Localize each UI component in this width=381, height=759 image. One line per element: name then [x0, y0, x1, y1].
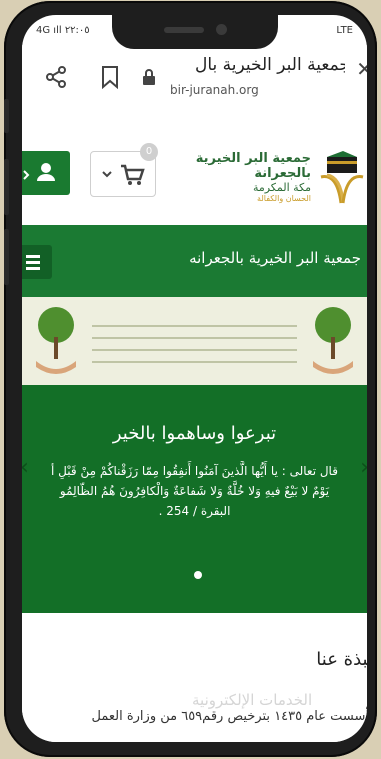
about-heading: نبذة عنا [316, 649, 367, 670]
nav-site-title[interactable]: جمعية البر الخيرية بالجعرانه [189, 249, 361, 267]
tree-in-hands-icon [313, 307, 353, 374]
phone-screen: 4G ıll ٢٢:٠٥ LTE جمعية البر الخيرية بال.… [22, 15, 367, 742]
slider-dot[interactable] [194, 571, 202, 579]
banner-text-line [92, 325, 297, 327]
user-icon [23, 163, 55, 181]
slide-text-line-2: يَوْمٌ لا بَيْعٌ فيهِ وَلا خُلَّةٌ وَلا … [59, 484, 330, 498]
share-icon[interactable] [44, 65, 68, 89]
mute-switch [4, 99, 9, 133]
hamburger-icon [26, 255, 40, 270]
logo-line-1: جمعية البر الخيرية بالجعرانة [195, 151, 311, 181]
about-ghost-text: الخدمات الإلكترونية [192, 691, 313, 709]
slide-text: قال تعالى : يا أَيُّها الَّذينَ آمَنُوا … [22, 461, 367, 521]
cart-count-badge: 0 [140, 143, 158, 161]
banner-text-line [92, 361, 297, 363]
banner-text-line [92, 349, 297, 351]
site-logo-text[interactable]: جمعية البر الخيرية بالجعرانة مكة المكرمة… [181, 151, 311, 203]
lock-icon [143, 69, 155, 85]
slide-text-line-3: البقرة / 254 . [158, 504, 231, 518]
slider-next-icon[interactable]: › [360, 455, 367, 480]
bookmark-icon[interactable] [100, 65, 120, 89]
close-icon[interactable]: ✕ [356, 57, 367, 81]
main-nav-bar: جمعية البر الخيرية بالجعرانه [22, 225, 367, 297]
browser-address-bar: جمعية البر الخيرية بال... bir-juranah.or… [22, 45, 367, 110]
phone-frame: 4G ıll ٢٢:٠٥ LTE جمعية البر الخيرية بال.… [4, 1, 377, 757]
logo-line-2: مكة المكرمة [252, 181, 311, 194]
menu-button[interactable] [22, 245, 52, 279]
page-title: جمعية البر الخيرية بال... [195, 55, 345, 75]
status-left: 4G ıll ٢٢:٠٥ [36, 25, 90, 36]
about-paragraph: تأسست عام ١٤٣٥ بترخيص رقم٦٥٩ من وزارة ال… [91, 709, 368, 724]
status-right: LTE [336, 25, 353, 36]
user-account-button[interactable] [22, 151, 70, 195]
camera [216, 24, 227, 35]
volume-down-button [4, 229, 9, 285]
kaaba-logo-icon[interactable] [313, 147, 367, 207]
slide-text-line-1: قال تعالى : يا أَيُّها الَّذينَ آمَنُوا … [51, 464, 338, 478]
banner-text-line [92, 337, 297, 339]
logo-line-3: الحسان والكفالة [257, 194, 311, 203]
tree-in-hands-icon [36, 307, 76, 374]
hero-slide: ‹ تبرعوا وساهموا بالخير قال تعالى : يا أ… [22, 385, 367, 613]
site-header: 0 جمعية البر الخيرية بالجعرانة مكة المكر… [22, 109, 367, 209]
about-section: نبذة عنا الخدمات الإلكترونية تأسست عام ١… [22, 613, 367, 742]
notch [112, 15, 278, 49]
page-url[interactable]: bir-juranah.org [170, 83, 259, 97]
speaker [164, 27, 204, 33]
quran-banner-image [22, 297, 367, 385]
slide-heading: تبرعوا وساهموا بالخير [112, 423, 277, 444]
volume-up-button [4, 159, 9, 215]
